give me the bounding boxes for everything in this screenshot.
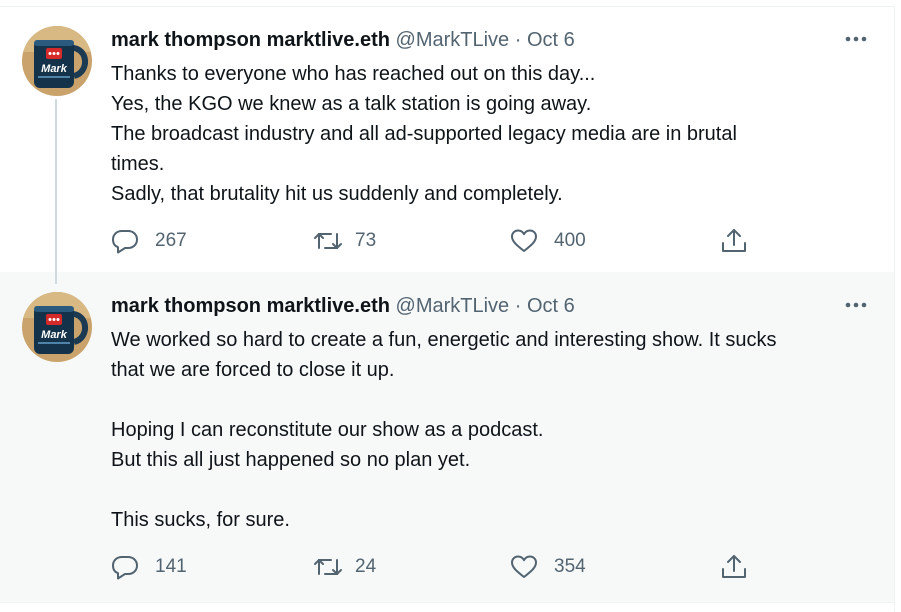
separator-dot: ·	[514, 295, 522, 317]
mug-avatar-image: Mark	[22, 292, 92, 362]
author-name[interactable]: mark thompson marktlive.eth	[111, 295, 390, 317]
tweet-text-line: Hoping I can reconstitute our show as a …	[111, 419, 544, 441]
tweet-text-line: Sadly, that brutality hit us suddenly an…	[111, 183, 563, 205]
tweet-text-line: that we are forced to close it up.	[111, 359, 395, 381]
reply-icon	[112, 556, 138, 580]
retweet-icon	[314, 233, 342, 249]
tweet-text-line: This sucks, for sure.	[111, 509, 290, 531]
tweet-header: mark thompson marktlive.eth @MarkTLive ·…	[111, 28, 575, 52]
tweet-text-line: The broadcast industry and all ad-suppor…	[111, 123, 737, 145]
separator-dot: ·	[514, 29, 522, 51]
heart-icon	[511, 555, 537, 578]
reply-icon	[112, 230, 138, 254]
share-button[interactable]	[720, 226, 748, 256]
mug-avatar-image: Mark	[22, 26, 92, 96]
reply-button[interactable]: 141	[111, 552, 187, 582]
tweet-text: Thanks to everyone who has reached out o…	[111, 59, 881, 209]
share-icon	[722, 555, 746, 578]
like-count: 354	[554, 556, 586, 577]
tweet-text-line: But this all just happened so no plan ye…	[111, 449, 471, 471]
tweet-text-line: Thanks to everyone who has reached out o…	[111, 63, 596, 85]
author-name[interactable]: mark thompson marktlive.eth	[111, 29, 390, 51]
reply-button[interactable]: 267	[111, 226, 187, 256]
avatar[interactable]: Mark	[22, 26, 92, 96]
more-options-button[interactable]	[843, 295, 869, 315]
tweet-date[interactable]: Oct 6	[527, 29, 575, 51]
retweet-icon	[314, 559, 342, 575]
share-button[interactable]	[720, 552, 748, 582]
more-icon	[845, 302, 867, 308]
timeline-right-border	[894, 6, 895, 612]
like-button[interactable]: 400	[510, 226, 586, 256]
avatar-mug-logo: Mark	[41, 329, 68, 341]
avatar-mug-logo: Mark	[41, 63, 68, 75]
retweet-button[interactable]: 24	[313, 552, 376, 582]
retweet-button[interactable]: 73	[313, 226, 376, 256]
more-icon	[845, 36, 867, 42]
tweet-bottom-border	[0, 602, 894, 603]
heart-icon	[511, 229, 537, 252]
thread-connector-line	[55, 99, 57, 284]
reply-count: 141	[155, 556, 187, 577]
retweet-count: 73	[355, 230, 377, 251]
tweet-text-line: times.	[111, 153, 165, 175]
like-button[interactable]: 354	[510, 552, 586, 582]
retweet-count: 24	[355, 556, 377, 577]
author-handle[interactable]: @MarkTLive	[396, 295, 510, 317]
avatar[interactable]: Mark	[22, 292, 92, 362]
tweet-text-line: We worked so hard to create a fun, energ…	[111, 329, 777, 351]
tweet-text-line: Yes, the KGO we knew as a talk station i…	[111, 93, 592, 115]
tweet-text: We worked so hard to create a fun, energ…	[111, 325, 881, 535]
author-handle[interactable]: @MarkTLive	[396, 29, 510, 51]
tweet-header: mark thompson marktlive.eth @MarkTLive ·…	[111, 294, 575, 318]
tweet-date[interactable]: Oct 6	[527, 295, 575, 317]
tweet-text-line	[111, 385, 881, 415]
tweet-text-line	[111, 475, 881, 505]
reply-count: 267	[155, 230, 187, 251]
more-options-button[interactable]	[843, 29, 869, 49]
share-icon	[722, 229, 746, 252]
like-count: 400	[554, 230, 586, 251]
